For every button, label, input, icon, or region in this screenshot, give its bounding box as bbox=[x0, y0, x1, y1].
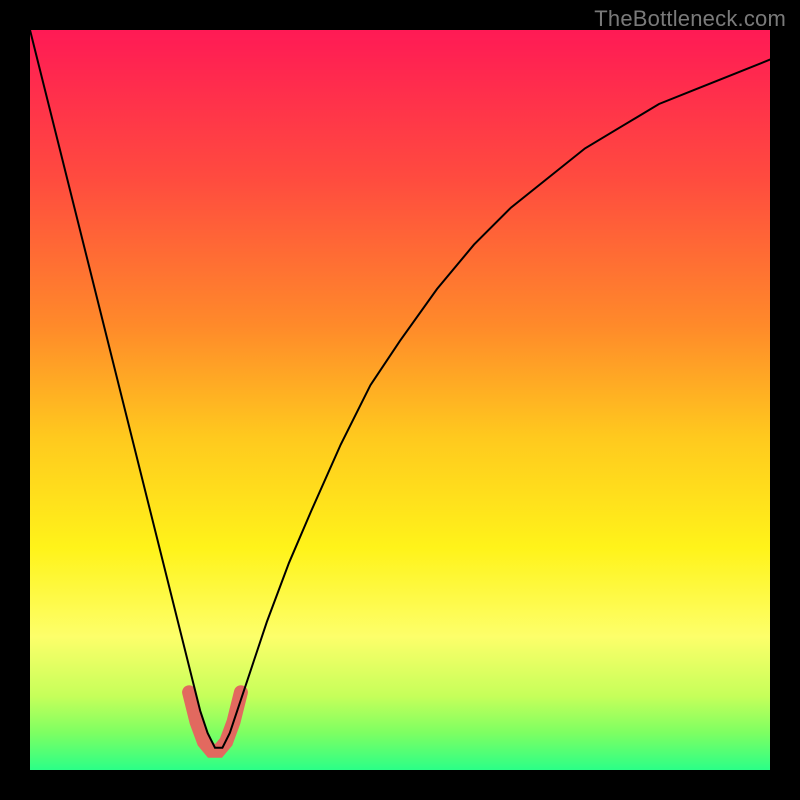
attribution-label: TheBottleneck.com bbox=[594, 6, 786, 32]
plot-background bbox=[30, 30, 770, 770]
plot-frame bbox=[30, 30, 770, 770]
bottleneck-chart bbox=[30, 30, 770, 770]
chart-stage: TheBottleneck.com bbox=[0, 0, 800, 800]
